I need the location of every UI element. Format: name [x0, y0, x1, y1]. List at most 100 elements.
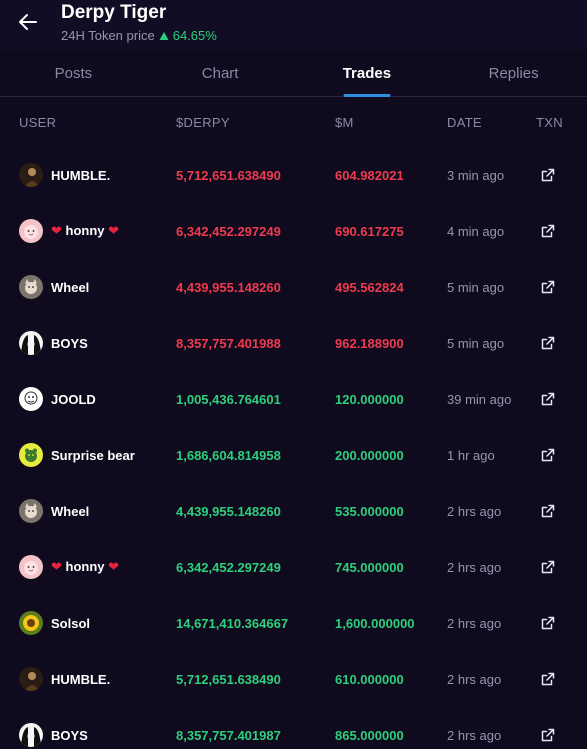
derpy-amount: 1,686,604.814958 [176, 447, 281, 463]
triangle-up-icon [159, 31, 169, 40]
username[interactable]: BOYS [51, 728, 88, 743]
username[interactable]: ❤ honny ❤ [51, 559, 119, 575]
back-button[interactable] [14, 8, 42, 36]
arrow-left-icon [19, 14, 37, 30]
username-text: HUMBLE. [51, 167, 111, 183]
table-row: ❤ honny ❤ 6,342,452.297249 745.000000 2 hrs… [0, 539, 587, 595]
table-row: Wheel 4,439,955.148260 535.000000 2 hrs ago [0, 483, 587, 539]
username[interactable]: Wheel [51, 504, 89, 519]
external-link-icon [541, 224, 555, 238]
username[interactable]: ❤ honny ❤ [51, 223, 119, 239]
col-m: $M [335, 114, 354, 130]
table-row: Wheel 4,439,955.148260 495.562824 5 min ago [0, 259, 587, 315]
price-change-row: 24H Token price 64.65% [61, 28, 217, 43]
derpy-amount: 6,342,452.297249 [176, 223, 281, 239]
derpy-amount: 5,712,651.638490 [176, 167, 281, 183]
avatar[interactable] [19, 723, 43, 747]
table-row: ❤ honny ❤ 6,342,452.297249 690.617275 4 min… [0, 203, 587, 259]
m-amount: 690.617275 [335, 223, 404, 239]
avatar[interactable] [19, 667, 43, 691]
m-amount: 604.982021 [335, 167, 404, 183]
external-link-icon [541, 672, 555, 686]
username-text: Wheel [51, 503, 90, 519]
trade-date: 2 hrs ago [447, 615, 502, 631]
trade-date: 4 min ago [447, 223, 505, 239]
m-amount: 962.188900 [335, 335, 404, 351]
avatar[interactable] [19, 555, 43, 579]
col-derpy: $DERPY [176, 114, 230, 130]
m-amount: 495.562824 [335, 279, 404, 295]
avatar[interactable] [19, 219, 43, 243]
avatar[interactable] [19, 275, 43, 299]
trade-date: 2 hrs ago [447, 559, 502, 575]
username-text: BOYS [51, 335, 88, 351]
avatar[interactable] [19, 331, 43, 355]
txn-link[interactable] [540, 671, 556, 687]
table-row: Surprise bear 1,686,604.814958 200.000000 1… [0, 427, 587, 483]
table-header: USER $DERPY $M DATE TXN [0, 97, 587, 147]
username-text: Solsol [51, 615, 91, 631]
token-title: Derpy Tiger [61, 2, 167, 23]
username-text: BOYS [51, 727, 88, 743]
derpy-amount: 14,671,410.364667 [176, 615, 289, 631]
tab-chart[interactable]: Chart [147, 50, 294, 96]
tab-bar: Posts Chart Trades Replies [0, 50, 587, 97]
username-text: honny [65, 559, 105, 574]
txn-link[interactable] [540, 391, 556, 407]
avatar[interactable] [19, 387, 43, 411]
trade-date: 39 min ago [447, 391, 512, 407]
external-link-icon [541, 560, 555, 574]
username[interactable]: HUMBLE. [51, 672, 110, 687]
external-link-icon [541, 504, 555, 518]
txn-link[interactable] [540, 335, 556, 351]
external-link-icon [541, 448, 555, 462]
tab-replies[interactable]: Replies [440, 50, 587, 96]
trades-table: HUMBLE. 5,712,651.638490 604.982021 3 min a… [0, 147, 587, 749]
username-text: HUMBLE. [51, 671, 111, 687]
col-user: USER [19, 114, 57, 130]
m-amount: 865.000000 [335, 727, 404, 743]
table-row: BOYS 8,357,757.401988 962.188900 5 min ago [0, 315, 587, 371]
derpy-amount: 8,357,757.401988 [176, 335, 281, 351]
username[interactable]: HUMBLE. [51, 168, 110, 183]
m-amount: 610.000000 [335, 671, 404, 687]
external-link-icon [541, 280, 555, 294]
external-link-icon [541, 336, 555, 350]
username-text: Surprise bear [51, 447, 135, 463]
m-amount: 535.000000 [335, 503, 404, 519]
username[interactable]: JOOLD [51, 392, 96, 407]
txn-link[interactable] [540, 223, 556, 239]
tab-trades[interactable]: Trades [294, 50, 441, 96]
trade-date: 2 hrs ago [447, 671, 502, 687]
col-txn: TXN [536, 114, 563, 130]
avatar[interactable] [19, 163, 43, 187]
m-amount: 745.000000 [335, 559, 404, 575]
derpy-amount: 8,357,757.401987 [176, 727, 281, 743]
tab-posts[interactable]: Posts [0, 50, 147, 96]
txn-link[interactable] [540, 167, 556, 183]
username[interactable]: Wheel [51, 280, 89, 295]
txn-link[interactable] [540, 447, 556, 463]
m-amount: 120.000000 [335, 391, 404, 407]
app-header: Derpy Tiger 24H Token price 64.65% [0, 0, 587, 50]
username[interactable]: Solsol [51, 616, 90, 631]
avatar[interactable] [19, 499, 43, 523]
table-row: HUMBLE. 5,712,651.638490 604.982021 3 min a… [0, 147, 587, 203]
heart-icon: ❤ [108, 559, 120, 574]
username-text: honny [65, 223, 105, 238]
trade-date: 5 min ago [447, 335, 505, 351]
txn-link[interactable] [540, 559, 556, 575]
table-row: BOYS 8,357,757.401987 865.000000 2 hrs ago [0, 707, 587, 749]
txn-link[interactable] [540, 279, 556, 295]
username[interactable]: Surprise bear [51, 448, 135, 463]
trade-date: 1 hr ago [447, 447, 495, 463]
username-text: Wheel [51, 279, 90, 295]
txn-link[interactable] [540, 727, 556, 743]
avatar[interactable] [19, 443, 43, 467]
avatar[interactable] [19, 611, 43, 635]
username[interactable]: BOYS [51, 336, 88, 351]
txn-link[interactable] [540, 615, 556, 631]
m-amount: 200.000000 [335, 447, 404, 463]
external-link-icon [541, 392, 555, 406]
txn-link[interactable] [540, 503, 556, 519]
